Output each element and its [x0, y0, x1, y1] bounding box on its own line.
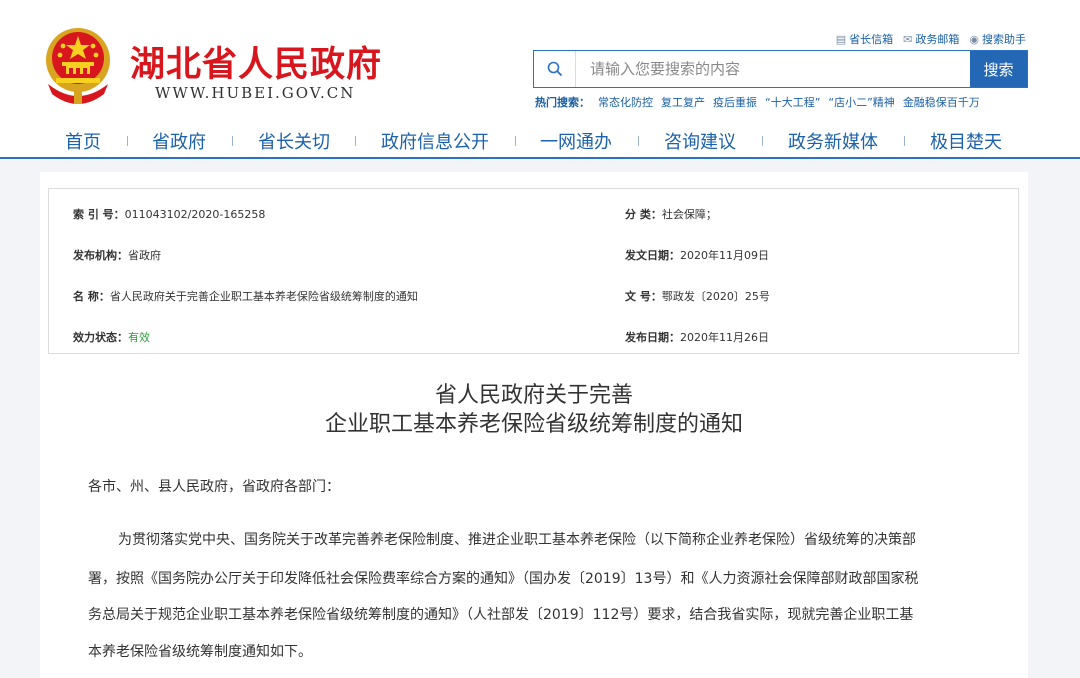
- mailbox-icon: ▤: [835, 32, 847, 46]
- nav-item-info-disclosure[interactable]: 政府信息公开: [381, 128, 489, 154]
- document-metadata: 索 引 号：011043102/2020-165258 分 类：社会保障； 发布…: [48, 188, 1019, 354]
- document-title-line-1: 省人民政府关于完善: [434, 383, 633, 408]
- meta-validity-status: 效力状态：有效: [73, 329, 150, 345]
- document-body-line: 为贯彻落实党中央、国务院关于改革完善养老保险制度、推进企业职工基本养老保险（以下…: [118, 532, 916, 548]
- hot-search-item[interactable]: 疫后重振: [713, 94, 757, 110]
- document-body-line: 务总局关于规范企业职工基本养老保险省级统筹制度的通知》（人社部发〔2019〕11…: [88, 607, 914, 623]
- meta-publisher: 发布机构：省政府: [73, 247, 161, 263]
- nav-item-new-media[interactable]: 政务新媒体: [788, 128, 878, 154]
- nav-divider: [232, 136, 233, 146]
- nav-item-governor-concerns[interactable]: 省长关切: [258, 128, 330, 154]
- meta-label: 发布机构：: [73, 249, 128, 262]
- nav-divider: [762, 136, 763, 146]
- envelope-icon: ✉: [903, 32, 913, 46]
- meta-label: 效力状态：: [73, 331, 128, 344]
- meta-label: 索 引 号：: [73, 208, 125, 221]
- document-body-line: 本养老保险省级统筹制度通知如下。: [88, 644, 312, 660]
- meta-category: 分 类：社会保障；: [625, 206, 717, 222]
- meta-index-number: 索 引 号：011043102/2020-165258: [73, 206, 265, 222]
- meta-publish-date: 发布日期：2020年11月26日: [625, 329, 769, 345]
- search-input[interactable]: [576, 51, 970, 87]
- meta-label: 发布日期：: [625, 331, 680, 344]
- top-link-gov-email[interactable]: ✉ 政务邮箱: [903, 31, 959, 47]
- assistant-icon: ◉: [969, 32, 979, 46]
- nav-item-one-stop-service[interactable]: 一网通办: [540, 128, 612, 154]
- hot-search-label: 热门搜索：: [535, 96, 590, 109]
- status-badge: 有效: [128, 331, 150, 344]
- meta-value: 社会保障；: [661, 208, 717, 221]
- site-url[interactable]: WWW.HUBEI.GOV.CN: [155, 84, 355, 102]
- article-panel: 索 引 号：011043102/2020-165258 分 类：社会保障； 发布…: [40, 172, 1028, 678]
- meta-label: 发文日期：: [625, 249, 680, 262]
- nav-divider: [355, 136, 356, 146]
- meta-value: 省人民政府关于完善企业职工基本养老保险省级统筹制度的通知: [109, 290, 418, 303]
- national-emblem-icon[interactable]: [38, 22, 118, 106]
- meta-label: 分 类：: [625, 208, 662, 221]
- hot-search-item[interactable]: 复工复产: [661, 94, 705, 110]
- meta-value: 2020年11月26日: [680, 331, 769, 344]
- meta-name: 名 称：省人民政府关于完善企业职工基本养老保险省级统筹制度的通知: [73, 288, 418, 304]
- top-link-label: 政务邮箱: [915, 33, 960, 46]
- hot-searches: 热门搜索： 常态化防控 复工复产 疫后重振 “十大工程” “店小二”精神 金融稳…: [535, 94, 980, 110]
- meta-issue-date: 发文日期：2020年11月09日: [625, 247, 769, 263]
- main-nav: 首页 省政府 省长关切 政府信息公开 一网通办 咨询建议 政务新媒体 极目楚天: [0, 122, 1080, 159]
- meta-document-number: 文 号：鄂政发〔2020〕25号: [625, 288, 770, 304]
- top-link-label: 省长信箱: [849, 33, 894, 46]
- meta-label: 名 称：: [73, 290, 110, 303]
- meta-value: 011043102/2020-165258: [124, 208, 266, 221]
- meta-value: 鄂政发〔2020〕25号: [661, 290, 770, 303]
- search-bar: 搜索: [533, 50, 1028, 88]
- meta-value: 省政府: [128, 249, 161, 262]
- nav-item-consult-suggest[interactable]: 咨询建议: [664, 128, 736, 154]
- top-link-governor-mailbox[interactable]: ▤ 省长信箱: [836, 31, 893, 47]
- meta-label: 文 号：: [625, 290, 662, 303]
- nav-divider: [904, 136, 905, 146]
- nav-divider: [638, 136, 639, 146]
- nav-item-home[interactable]: 首页: [65, 128, 101, 154]
- top-links: ▤ 省长信箱 ✉ 政务邮箱 ◉ 搜索助手: [836, 31, 1026, 47]
- search-icon[interactable]: [534, 51, 576, 87]
- site-header: 湖北省人民政府 WWW.HUBEI.GOV.CN ▤ 省长信箱 ✉ 政务邮箱 ◉…: [0, 0, 1080, 122]
- nav-item-provincial-gov[interactable]: 省政府: [152, 128, 206, 154]
- hot-search-item[interactable]: “店小二”精神: [828, 94, 894, 110]
- hot-search-item[interactable]: 常态化防控: [598, 94, 653, 110]
- document-body-line: 署，按照《国务院办公厅关于印发降低社会保险费率综合方案的通知》（国办发〔2019…: [88, 571, 919, 587]
- hot-search-item[interactable]: 金融稳保百千万: [903, 94, 980, 110]
- top-link-label: 搜索助手: [982, 33, 1026, 46]
- nav-divider: [515, 136, 516, 146]
- site-title[interactable]: 湖北省人民政府: [130, 36, 382, 87]
- meta-value: 2020年11月09日: [680, 249, 769, 262]
- hot-search-item[interactable]: “十大工程”: [765, 94, 820, 110]
- top-link-search-assistant[interactable]: ◉ 搜索助手: [969, 31, 1026, 47]
- search-button[interactable]: 搜索: [970, 51, 1027, 87]
- nav-divider: [127, 136, 128, 146]
- document-salutation: 各市、州、县人民政府，省政府各部门：: [88, 479, 340, 495]
- document-title-line-2: 企业职工基本养老保险省级统筹制度的通知: [324, 412, 743, 437]
- nav-item-jimu-chutian[interactable]: 极目楚天: [930, 128, 1002, 154]
